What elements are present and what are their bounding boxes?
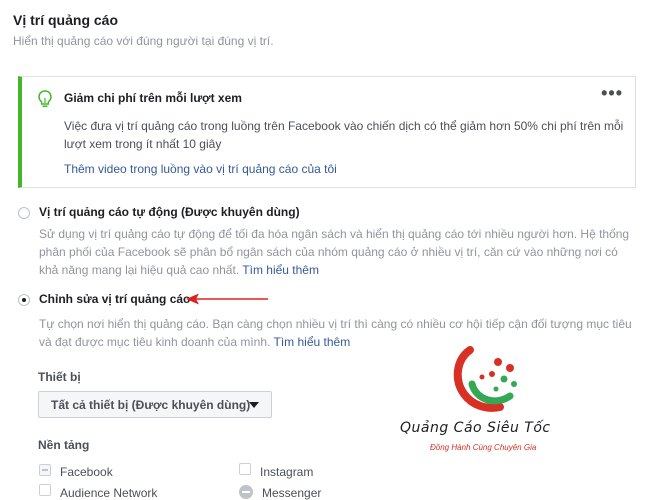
- automatic-placements-radio[interactable]: [18, 207, 30, 219]
- caret-down-icon: [249, 402, 259, 408]
- automatic-placements-label[interactable]: Vị trí quảng cáo tự động (Được khuyên dù…: [39, 205, 300, 219]
- devices-label: Thiết bị: [38, 370, 81, 384]
- edit-placements-description: Tự chọn nơi hiển thị quảng cáo. Bạn càng…: [39, 317, 632, 349]
- watermark-slogan: Đồng Hành Cùng Chuyên Gia: [430, 443, 537, 452]
- lightbulb-icon: [36, 89, 54, 109]
- platforms-label: Nền tảng: [38, 438, 90, 452]
- page-title: Vị trí quảng cáo: [13, 12, 119, 28]
- devices-selected-value: Tất cả thiết bị (Được khuyên dùng): [51, 398, 251, 412]
- tip-title: Giảm chi phí trên mỗi lượt xem: [64, 91, 242, 105]
- more-options-icon[interactable]: •••: [601, 83, 623, 104]
- devices-dropdown[interactable]: Tất cả thiết bị (Được khuyên dùng): [38, 391, 272, 418]
- audience-network-checkbox[interactable]: [39, 484, 51, 496]
- facebook-label[interactable]: Facebook: [60, 465, 113, 479]
- instagram-label[interactable]: Instagram: [260, 465, 313, 479]
- watermark-brand: Quảng Cáo Siêu Tốc: [400, 420, 551, 436]
- add-instream-video-link[interactable]: Thêm video trong luồng vào vị trí quảng …: [64, 162, 337, 176]
- automatic-placements-description: Sử dụng vị trí quảng cáo tự động để tối …: [39, 227, 630, 277]
- learn-more-link-edit[interactable]: Tìm hiểu thêm: [274, 335, 351, 349]
- tip-body: Việc đưa vị trí quảng cáo trong luồng tr…: [64, 119, 624, 151]
- annotation-arrow: [186, 293, 268, 305]
- messenger-checkbox[interactable]: [239, 485, 253, 499]
- edit-placements-label[interactable]: Chỉnh sửa vị trí quảng cáo: [39, 292, 190, 306]
- tip-card: Giảm chi phí trên mỗi lượt xem ••• Việc …: [18, 76, 636, 188]
- edit-placements-radio[interactable]: [18, 294, 30, 306]
- learn-more-link-automatic[interactable]: Tìm hiểu thêm: [242, 263, 319, 277]
- page-subtitle: Hiển thị quảng cáo với đúng người tại đú…: [13, 34, 274, 48]
- facebook-checkbox[interactable]: [39, 464, 51, 476]
- instagram-checkbox[interactable]: [239, 463, 251, 475]
- brand-logo-icon: [453, 346, 517, 412]
